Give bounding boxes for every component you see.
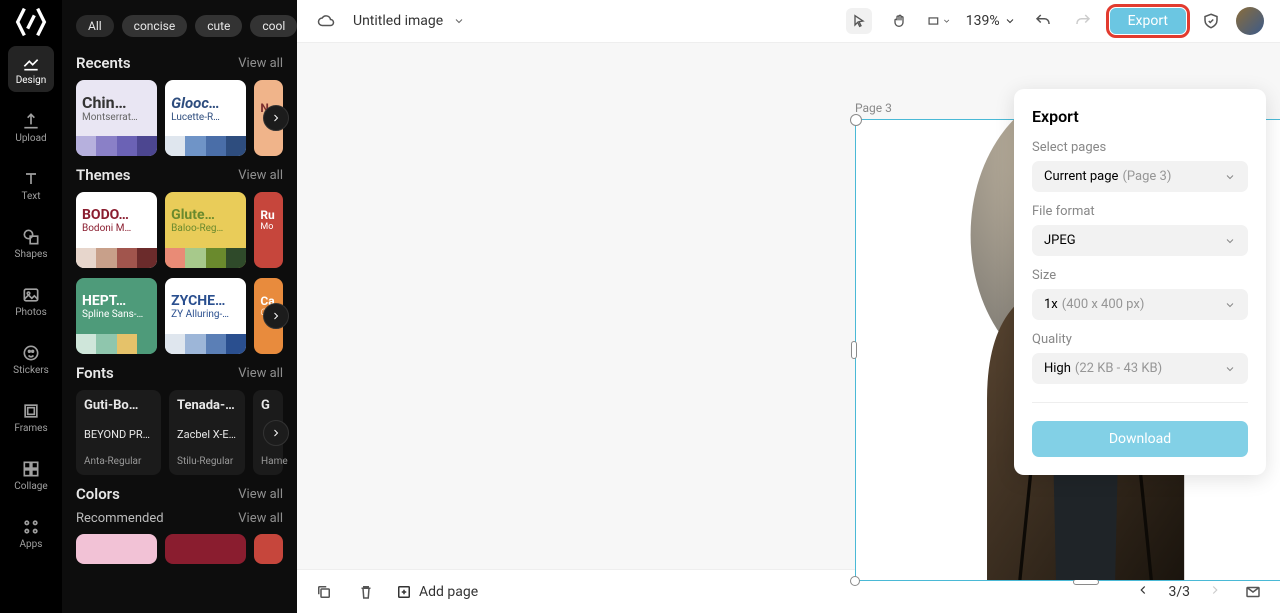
nav-label: Collage <box>14 481 47 492</box>
export-button[interactable]: Export <box>1110 8 1186 34</box>
recent-card[interactable]: Chin…Montserrat… <box>76 80 157 156</box>
theme-card[interactable]: HEPT…Spline Sans-… <box>76 278 157 354</box>
font-card[interactable]: Tenada-… Zacbel X-E… Stilu-Regular <box>169 390 245 475</box>
filter-chips: All concise cute cool <box>76 12 283 40</box>
avatar[interactable] <box>1236 7 1264 35</box>
hand-tool-icon[interactable] <box>886 8 912 34</box>
zoom-control[interactable]: 139% <box>966 13 1016 29</box>
recents-title: Recents <box>76 54 131 72</box>
chip-all[interactable]: All <box>76 15 114 37</box>
color-card[interactable] <box>165 534 246 564</box>
fonts-title: Fonts <box>76 364 114 382</box>
row-next-icon[interactable] <box>263 105 289 131</box>
fonts-row: Guti-Bo… BEYOND PRO… Anta-Regular Tenada… <box>76 390 283 475</box>
recents-view-all[interactable]: View all <box>238 56 283 71</box>
colors-row <box>76 534 283 564</box>
themes-title: Themes <box>76 166 130 184</box>
colors-view-all[interactable]: View all <box>238 487 283 502</box>
theme-card[interactable]: Glute…Baloo-Reg… <box>165 192 246 268</box>
undo-icon[interactable] <box>1030 8 1056 34</box>
chip-cool[interactable]: cool <box>250 15 297 37</box>
quality-label: Quality <box>1032 332 1248 347</box>
nav-shapes[interactable]: Shapes <box>8 220 54 266</box>
colors-title: Colors <box>76 485 120 503</box>
cursor-tool-icon[interactable] <box>846 8 872 34</box>
themes-row-1: BODO…Bodoni M… Glute…Baloo-Reg… RuMo <box>76 192 283 268</box>
export-panel: Export Select pages Current page(Page 3)… <box>1014 89 1266 475</box>
chevron-down-icon <box>1224 363 1236 375</box>
row-next-icon[interactable] <box>263 420 289 446</box>
add-page-button[interactable]: Add page <box>395 583 478 601</box>
next-page-icon[interactable] <box>1204 578 1226 605</box>
nav-label: Apps <box>20 539 43 550</box>
themes-view-all[interactable]: View all <box>238 168 283 183</box>
design-panel: All concise cute cool Recents View all C… <box>62 0 297 613</box>
nav-label: Stickers <box>13 365 49 376</box>
nav-collage[interactable]: Collage <box>8 452 54 498</box>
theme-card[interactable]: ZYCHE…ZY Alluring-… <box>165 278 246 354</box>
shield-icon[interactable] <box>1198 8 1224 34</box>
topbar: Untitled image 139% <box>297 0 1280 43</box>
canvas-area[interactable]: Page 3 <box>297 43 1280 569</box>
themes-row-2: HEPT…Spline Sans-… ZYCHE…ZY Alluring-… C… <box>76 278 283 354</box>
nav-label: Text <box>21 191 40 202</box>
size-dropdown[interactable]: 1x(400 x 400 px) <box>1032 289 1248 320</box>
nav-design[interactable]: Design <box>8 46 54 92</box>
theme-card[interactable]: RuMo <box>254 192 283 268</box>
select-pages-label: Select pages <box>1032 140 1248 155</box>
chevron-down-icon <box>1224 299 1236 311</box>
prev-page-icon[interactable] <box>1132 578 1154 605</box>
download-button[interactable]: Download <box>1032 421 1248 457</box>
nav-apps[interactable]: Apps <box>8 510 54 556</box>
select-pages-dropdown[interactable]: Current page(Page 3) <box>1032 161 1248 192</box>
fonts-view-all[interactable]: View all <box>238 366 283 381</box>
page-label: Page 3 <box>855 101 892 115</box>
cloud-icon[interactable] <box>313 8 339 34</box>
color-card[interactable] <box>254 534 283 564</box>
slideshow-icon[interactable] <box>1240 579 1266 605</box>
nav-stickers[interactable]: Stickers <box>8 336 54 382</box>
chevron-down-icon <box>453 15 465 27</box>
main-area: Untitled image 139% <box>297 0 1280 613</box>
recents-row: Chin…Montserrat… Glooc…Lucette-R… N <box>76 80 283 156</box>
chip-cute[interactable]: cute <box>195 15 242 37</box>
page-indicator: 3/3 <box>1168 584 1190 600</box>
recommended-label: Recommended <box>76 511 164 526</box>
nav-label: Photos <box>15 307 47 318</box>
nav-photos[interactable]: Photos <box>8 278 54 324</box>
app-logo[interactable] <box>11 10 51 34</box>
recommended-view-all[interactable]: View all <box>238 511 283 526</box>
size-label: Size <box>1032 268 1248 283</box>
redo-icon[interactable] <box>1070 8 1096 34</box>
left-nav: Design Upload Text Shapes Photos Sticker… <box>0 0 62 613</box>
duplicate-page-icon[interactable] <box>311 579 337 605</box>
format-dropdown[interactable]: JPEG <box>1032 225 1248 256</box>
chevron-down-icon <box>1224 171 1236 183</box>
quality-dropdown[interactable]: High(22 KB - 43 KB) <box>1032 353 1248 384</box>
font-card[interactable]: Guti-Bo… BEYOND PRO… Anta-Regular <box>76 390 161 475</box>
nav-label: Shapes <box>15 249 48 260</box>
nav-upload[interactable]: Upload <box>8 104 54 150</box>
title-wrap[interactable]: Untitled image <box>353 13 465 29</box>
nav-label: Design <box>16 75 47 86</box>
document-title: Untitled image <box>353 13 443 29</box>
nav-text[interactable]: Text <box>8 162 54 208</box>
chevron-down-icon <box>1224 235 1236 247</box>
recent-card[interactable]: Glooc…Lucette-R… <box>165 80 246 156</box>
color-card[interactable] <box>76 534 157 564</box>
export-title: Export <box>1032 107 1248 126</box>
nav-label: Upload <box>15 133 46 144</box>
chip-concise[interactable]: concise <box>122 15 188 37</box>
row-next-icon[interactable] <box>263 303 289 329</box>
format-label: File format <box>1032 204 1248 219</box>
nav-label: Frames <box>14 423 47 434</box>
theme-card[interactable]: BODO…Bodoni M… <box>76 192 157 268</box>
nav-frames[interactable]: Frames <box>8 394 54 440</box>
resize-icon[interactable] <box>926 8 952 34</box>
chevron-down-icon <box>1004 15 1016 27</box>
delete-page-icon[interactable] <box>353 579 379 605</box>
